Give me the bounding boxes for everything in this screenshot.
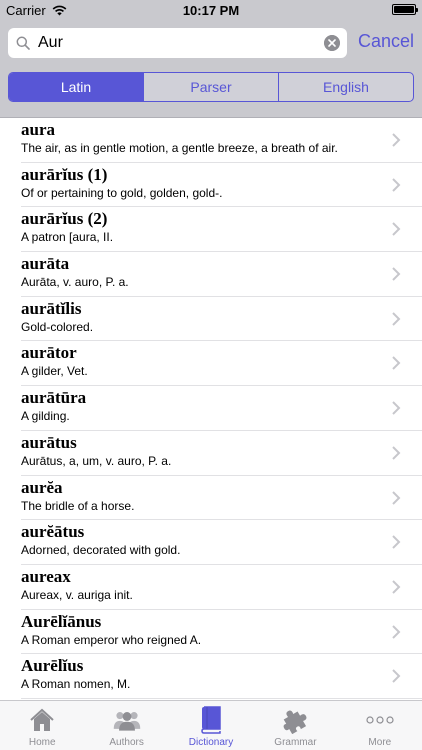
list-item[interactable]: aurĕātus Adorned, decorated with gold. (0, 520, 422, 565)
battery-fill (394, 6, 414, 13)
segment-label: Parser (190, 79, 232, 95)
tab-bar: Home Authors Dictionary Grammar More (0, 700, 422, 750)
headword: aura (21, 120, 55, 139)
search-input[interactable] (38, 32, 318, 54)
chevron-right-icon (392, 535, 401, 549)
definition: A gilder, Vet. (21, 364, 88, 379)
cancel-button[interactable]: Cancel (353, 31, 419, 52)
headword: aurātūra (21, 388, 87, 408)
list-item[interactable]: aureax Aureax, v. auriga init. (0, 565, 422, 610)
definition: A Roman nomen, M. (21, 677, 131, 692)
list-item[interactable]: aurātor A gilder, Vet. (0, 341, 422, 386)
tab-label: More (368, 737, 392, 748)
segment-english[interactable]: English (279, 73, 413, 101)
definition: Adorned, decorated with gold. (21, 543, 181, 558)
search-icon (16, 36, 30, 50)
tab-label: Home (28, 737, 56, 748)
clear-icon[interactable] (324, 35, 340, 51)
list-item[interactable]: aurĕa The bridle of a horse. (0, 476, 422, 521)
list-item[interactable]: aura The air, as in gentle motion, a gen… (0, 118, 422, 163)
tab-grammar[interactable]: Grammar (253, 701, 337, 750)
headword: aurātĭlis (21, 298, 82, 318)
search-bar[interactable] (8, 28, 347, 58)
chevron-right-icon (392, 401, 401, 415)
language-segmented-control: Latin Parser English (8, 72, 414, 102)
list-item[interactable]: aurārĭus (1) Of or pertaining to gold, g… (0, 163, 422, 208)
list-item[interactable]: aurātus Aurātus, a, um, v. auro, P. a. (0, 431, 422, 476)
segment-label: English (323, 79, 369, 95)
definition: The bridle of a horse. (21, 498, 135, 513)
battery-icon (392, 4, 418, 15)
list-item[interactable]: aurātūra A gilding. (0, 386, 422, 431)
definition: Aurāta, v. auro, P. a. (21, 275, 129, 290)
chevron-right-icon (392, 222, 401, 237)
tab-label: Grammar (274, 737, 317, 748)
headword: aurātus (21, 432, 77, 452)
chevron-right-icon (392, 267, 401, 281)
definition: Gold-colored. (21, 319, 94, 334)
home-icon (27, 705, 57, 735)
headword: Aurēlĭānus (21, 611, 102, 631)
list-item[interactable]: aurāta Aurāta, v. auro, P. a. (0, 252, 422, 297)
list-item[interactable]: Aurēlĭus A Roman nomen, M. (0, 654, 422, 699)
grammar-icon (280, 705, 310, 735)
definition: A Roman emperor who reigned A. (21, 632, 202, 647)
chevron-right-icon (392, 446, 401, 460)
chevron-right-icon (392, 669, 401, 683)
tab-label: Authors (109, 737, 144, 748)
results-list[interactable]: aura The air, as in gentle motion, a gen… (0, 118, 422, 700)
list-item[interactable]: aurārĭus (2) A patron [aura, II. (0, 207, 422, 252)
chevron-right-icon (392, 133, 401, 147)
headword: aureax (21, 566, 71, 586)
headword: Aurēlĭus (21, 656, 84, 676)
list-item[interactable]: Aurēlĭānus A Roman emperor who reigned A… (0, 610, 422, 655)
definition: A gilding. (21, 409, 70, 424)
headword: aurātor (21, 343, 77, 363)
chevron-right-icon (392, 312, 401, 326)
chevron-right-icon (392, 356, 401, 371)
list-item[interactable]: aurātĭlis Gold-colored. (0, 297, 422, 342)
chevron-right-icon (392, 624, 401, 639)
chevron-right-icon (392, 490, 401, 505)
clock: 10:17 PM (182, 3, 240, 18)
tab-home[interactable]: Home (0, 701, 84, 750)
definition: The air, as in gentle motion, a gentle b… (21, 141, 338, 155)
more-icon (365, 705, 395, 735)
tab-more[interactable]: More (338, 701, 422, 750)
tab-dictionary[interactable]: Dictionary (169, 701, 253, 750)
chevron-right-icon (392, 177, 401, 192)
status-bar: Carrier 10:17 PM (0, 0, 422, 22)
tab-authors[interactable]: Authors (84, 701, 168, 750)
chevron-right-icon (392, 580, 401, 594)
headword: aurārĭus (1) (21, 164, 108, 184)
headword: aurĕātus (21, 522, 85, 542)
definition: Aureax, v. auriga init. (21, 587, 133, 602)
search-header: Cancel Latin Parser English (0, 22, 422, 118)
definition: Of or pertaining to gold, golden, gold-. (21, 185, 223, 200)
headword: aurĕa (21, 477, 63, 497)
definition: A patron [aura, II. (21, 230, 114, 245)
dictionary-icon (196, 705, 226, 735)
authors-icon (112, 705, 142, 735)
segment-latin[interactable]: Latin (9, 73, 144, 101)
headword: aurārĭus (2) (21, 209, 108, 229)
headword: aurāta (21, 254, 70, 274)
definition: Aurātus, a, um, v. auro, P. a. (21, 453, 172, 468)
tab-label: Dictionary (188, 737, 234, 748)
segment-label: Latin (60, 79, 92, 95)
segment-parser[interactable]: Parser (144, 73, 279, 101)
status-right (392, 4, 418, 15)
